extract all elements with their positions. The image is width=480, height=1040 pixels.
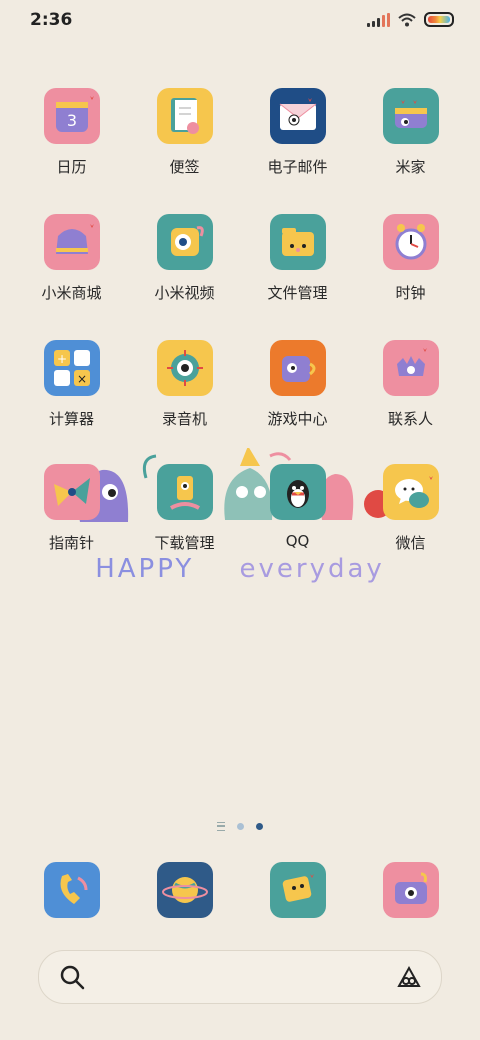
- app-label: 时钟: [395, 284, 426, 302]
- app-label: 微信: [395, 534, 426, 552]
- banner-word-happy: HAPPY: [95, 554, 195, 584]
- app-email[interactable]: 电子邮件: [241, 88, 354, 177]
- app-download[interactable]: 下载管理: [128, 464, 241, 553]
- qq-icon: [269, 464, 326, 520]
- app-label: 小米视频: [154, 284, 215, 302]
- dock-messages[interactable]: [241, 862, 354, 918]
- banner-word-everyday: everyday: [239, 554, 385, 584]
- mall-icon: [43, 214, 100, 270]
- calculator-icon: + ×: [43, 340, 100, 396]
- app-wechat[interactable]: 微信: [354, 464, 467, 553]
- video-icon: [156, 214, 213, 270]
- search-icon[interactable]: [59, 964, 85, 990]
- browser-icon: [156, 862, 213, 918]
- file-manager-icon: [269, 214, 326, 270]
- mijia-icon: [382, 88, 439, 144]
- app-compass[interactable]: 指南针: [15, 464, 128, 553]
- app-contacts[interactable]: 联系人: [354, 340, 467, 429]
- app-calculator[interactable]: + × 计算器: [15, 340, 128, 429]
- dock-phone[interactable]: [15, 862, 128, 918]
- svg-text:3: 3: [66, 111, 76, 130]
- app-clock[interactable]: 时钟: [354, 214, 467, 303]
- app-label: 电子邮件: [267, 158, 328, 176]
- app-label: 日历: [56, 158, 87, 176]
- recorder-icon: [156, 340, 213, 396]
- compass-icon: [43, 464, 100, 520]
- app-video[interactable]: 小米视频: [128, 214, 241, 303]
- app-calendar[interactable]: 3 日历: [15, 88, 128, 177]
- page-dot[interactable]: [237, 823, 244, 830]
- app-qq[interactable]: QQ: [241, 464, 354, 550]
- wifi-icon: [398, 13, 416, 26]
- app-label: 游戏中心: [267, 410, 328, 428]
- email-icon: [269, 88, 326, 144]
- page-dot-active[interactable]: [256, 823, 263, 830]
- app-label: 小米商城: [41, 284, 102, 302]
- app-label: 联系人: [387, 410, 433, 428]
- clock-icon: [382, 214, 439, 270]
- dock-browser[interactable]: [128, 862, 241, 918]
- app-file-manager[interactable]: 文件管理: [241, 214, 354, 303]
- status-icons: [367, 12, 454, 27]
- page-list-icon[interactable]: [217, 822, 225, 831]
- phone-icon: [43, 862, 100, 918]
- app-label: 米家: [395, 158, 426, 176]
- search-bar[interactable]: [38, 950, 442, 1004]
- messages-icon: [269, 862, 326, 918]
- app-label: 下载管理: [154, 534, 215, 552]
- app-label: 录音机: [161, 410, 207, 428]
- camera-icon: [382, 862, 439, 918]
- happy-everyday-banner: HAPPY everyday: [0, 554, 480, 584]
- app-label: 计算器: [48, 410, 94, 428]
- app-notes[interactable]: 便签: [128, 88, 241, 177]
- app-mall[interactable]: 小米商城: [15, 214, 128, 303]
- app-mijia[interactable]: 米家: [354, 88, 467, 177]
- battery-icon: [424, 12, 454, 27]
- app-game-center[interactable]: 游戏中心: [241, 340, 354, 429]
- signal-icon: [367, 12, 390, 27]
- dock-camera[interactable]: [354, 862, 467, 918]
- contacts-icon: [382, 340, 439, 396]
- app-label: QQ: [285, 532, 310, 550]
- status-time: 2:36: [30, 10, 73, 30]
- assistant-icon[interactable]: [395, 964, 423, 990]
- calendar-icon: 3: [43, 88, 100, 144]
- app-label: 文件管理: [267, 284, 328, 302]
- app-label: 指南针: [48, 534, 94, 552]
- notes-icon: [156, 88, 213, 144]
- app-label: 便签: [169, 158, 200, 176]
- download-icon: [156, 464, 213, 520]
- status-bar: 2:36: [0, 0, 480, 44]
- svg-text:×: ×: [76, 372, 86, 386]
- svg-text:+: +: [56, 352, 66, 366]
- game-center-icon: [269, 340, 326, 396]
- app-recorder[interactable]: 录音机: [128, 340, 241, 429]
- page-indicator[interactable]: [0, 822, 480, 831]
- wechat-icon: [382, 464, 439, 520]
